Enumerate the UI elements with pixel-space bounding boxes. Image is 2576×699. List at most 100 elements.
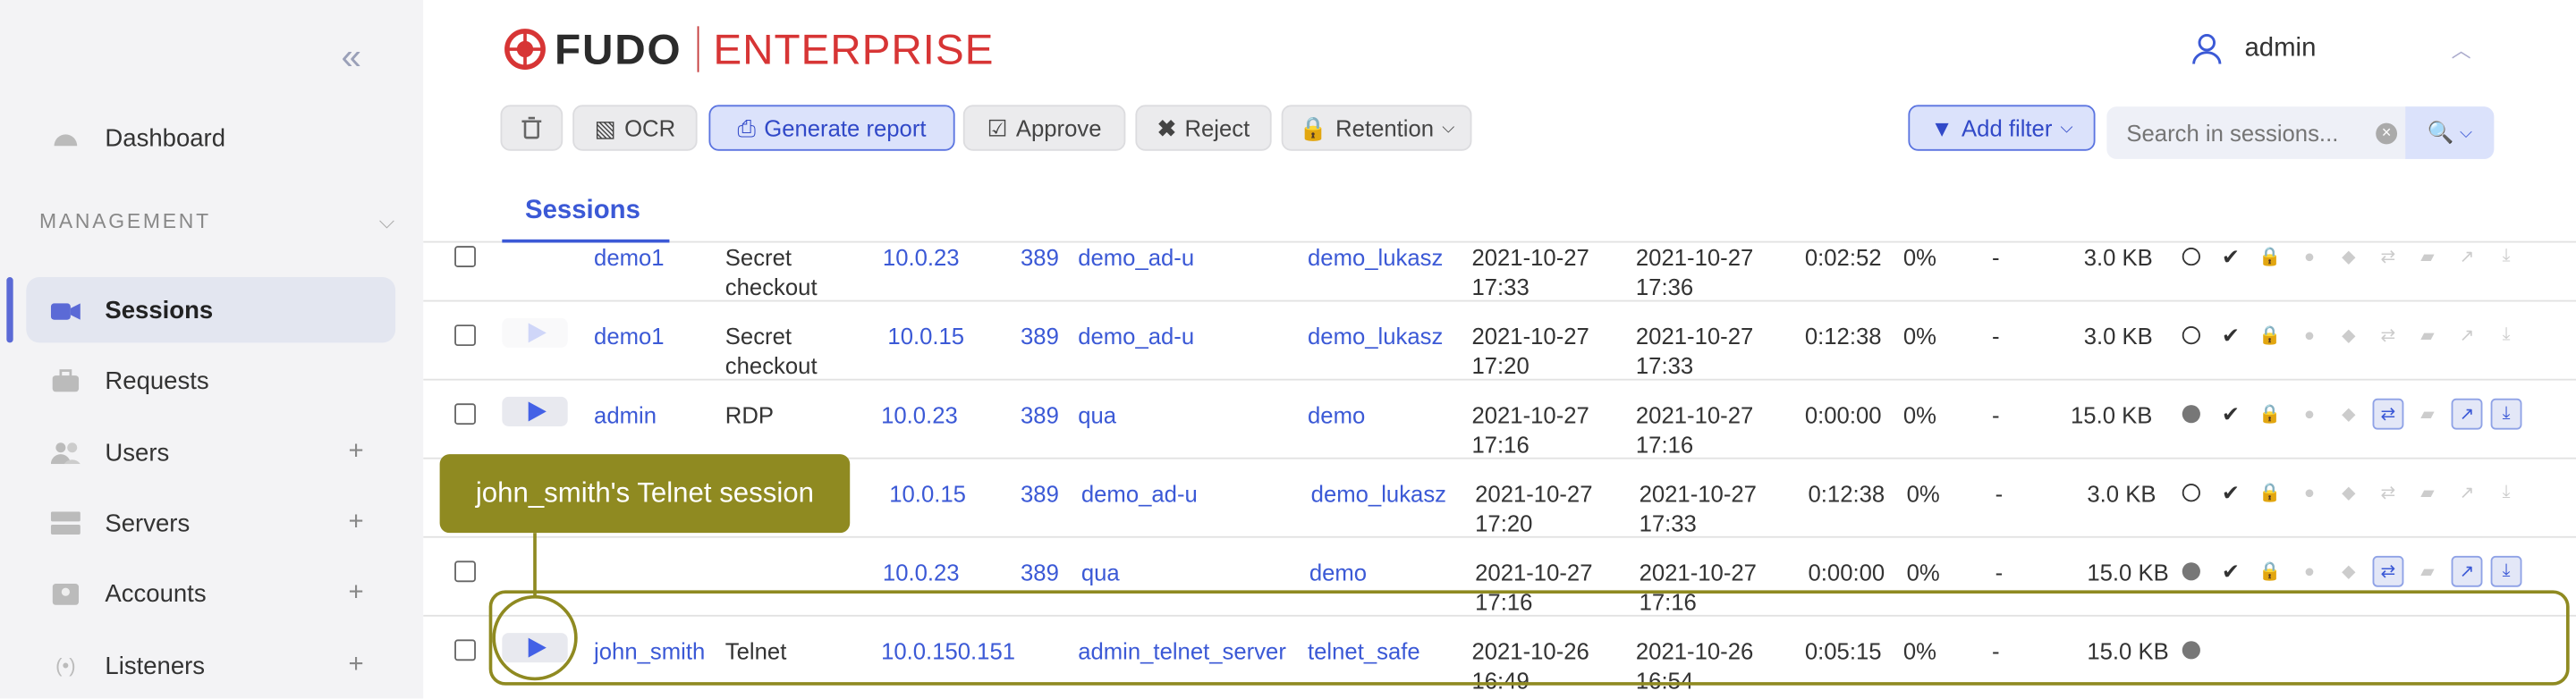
cell-server[interactable]: demo_ad-u — [1078, 242, 1194, 272]
row-actions: ✔ 🔒 ● ◆ ⇄ ▰ ↗ ⤓ — [2175, 555, 2522, 587]
lock-icon[interactable]: 🔒 — [2254, 241, 2285, 273]
sidebar-item-sessions[interactable]: Sessions — [6, 277, 396, 343]
cell-account[interactable]: demo_lukasz — [1308, 322, 1443, 351]
ocr-button[interactable]: ▧ OCR — [572, 105, 698, 151]
add-filter-button[interactable]: ▼ Add filter ⌵ — [1908, 105, 2096, 151]
share-icon[interactable]: ↗ — [2451, 398, 2483, 430]
download-icon[interactable]: ⤓ — [2490, 398, 2522, 430]
lock-icon[interactable]: 🔒 — [2254, 399, 2285, 430]
add-listener-button[interactable]: + — [340, 651, 373, 680]
row-checkbox[interactable] — [454, 324, 476, 347]
user-menu[interactable]: admin ︿ — [2192, 33, 2471, 66]
cell-server[interactable]: demo_ad-u — [1081, 479, 1198, 509]
row-checkbox[interactable] — [454, 403, 476, 425]
cell-server[interactable]: demo_ad-u — [1078, 322, 1194, 351]
folder-icon[interactable]: ▰ — [2412, 477, 2444, 509]
row-checkbox[interactable] — [454, 639, 476, 661]
share-icon[interactable]: ↗ — [2451, 555, 2483, 587]
swap-icon[interactable]: ⇄ — [2373, 477, 2404, 509]
cell-ip[interactable]: 10.0.15 — [887, 322, 964, 351]
lock-icon[interactable]: 🔒 — [2254, 477, 2285, 509]
download-icon[interactable]: ⤓ — [2491, 241, 2522, 273]
cell-port[interactable]: 389 — [1021, 558, 1059, 587]
search-input[interactable] — [2126, 119, 2373, 147]
reject-button[interactable]: ✖ Reject — [1135, 105, 1272, 151]
cell-port[interactable]: 389 — [1021, 322, 1059, 351]
section-management[interactable]: MANAGEMENT ⌵ — [39, 210, 401, 235]
cell-account[interactable]: demo_lukasz — [1311, 479, 1446, 509]
tag-icon[interactable]: ◆ — [2334, 399, 2365, 430]
cell-server[interactable]: qua — [1081, 558, 1120, 587]
swap-icon[interactable]: ⇄ — [2373, 241, 2404, 273]
cell-user[interactable]: demo1 — [594, 322, 665, 351]
download-icon[interactable]: ⤓ — [2490, 555, 2522, 587]
download-icon[interactable]: ⤓ — [2491, 320, 2522, 351]
delete-button[interactable] — [500, 105, 564, 151]
download-icon[interactable]: ⤓ — [2491, 477, 2522, 509]
collapse-sidebar-icon[interactable]: « — [342, 38, 377, 75]
sidebar-item-label: Requests — [105, 366, 209, 395]
generate-report-button[interactable]: ⎙ Generate report — [708, 105, 955, 151]
folder-icon[interactable]: ▰ — [2412, 556, 2444, 587]
folder-icon[interactable]: ▰ — [2412, 399, 2444, 430]
tag-icon[interactable]: ◆ — [2334, 320, 2365, 351]
cell-server[interactable]: qua — [1078, 400, 1116, 430]
comment-icon[interactable]: ● — [2293, 399, 2325, 430]
swap-icon[interactable]: ⇄ — [2373, 320, 2404, 351]
share-icon[interactable]: ↗ — [2452, 241, 2483, 273]
folder-icon[interactable]: ▰ — [2412, 241, 2444, 273]
table-row[interactable]: admin RDP 10.0.23 389 qua demo 2021-10-2… — [423, 381, 2576, 459]
share-icon[interactable]: ↗ — [2452, 320, 2483, 351]
comment-icon[interactable]: ● — [2293, 241, 2325, 273]
clear-search-icon[interactable]: × — [2376, 122, 2398, 144]
fudo-logo-icon — [504, 29, 546, 70]
cell-account[interactable]: demo — [1308, 400, 1365, 430]
status-icon — [2175, 556, 2207, 587]
swap-icon[interactable]: ⇄ — [2372, 555, 2404, 587]
play-button[interactable] — [502, 317, 568, 348]
approve-button[interactable]: ☑ Approve — [962, 105, 1126, 151]
swap-icon[interactable]: ⇄ — [2372, 398, 2404, 430]
cell-ip[interactable]: 10.0.23 — [881, 400, 958, 430]
cell-ip[interactable]: 10.0.23 — [883, 558, 960, 587]
tag-icon[interactable]: ◆ — [2334, 556, 2365, 587]
sidebar-item-servers[interactable]: Servers + — [26, 490, 395, 555]
tab-sessions[interactable]: Sessions — [525, 197, 640, 226]
cell-ip[interactable]: 10.0.15 — [889, 479, 966, 509]
folder-icon[interactable]: ▰ — [2412, 320, 2444, 351]
comment-icon[interactable]: ● — [2293, 477, 2325, 509]
cell-port[interactable]: 389 — [1021, 242, 1059, 272]
cell-port[interactable]: 389 — [1021, 479, 1059, 509]
comment-icon[interactable]: ● — [2293, 320, 2325, 351]
cell-ip[interactable]: 10.0.23 — [883, 242, 960, 272]
cell-account[interactable]: demo_lukasz — [1308, 242, 1443, 272]
comment-icon[interactable]: ● — [2293, 556, 2325, 587]
play-button[interactable] — [502, 396, 568, 426]
row-checkbox[interactable] — [454, 246, 476, 268]
add-server-button[interactable]: + — [340, 509, 373, 538]
chevron-up-icon[interactable]: ︿ — [2452, 36, 2471, 63]
lock-icon[interactable]: 🔒 — [2254, 556, 2285, 587]
sidebar-item-dashboard[interactable]: Dashboard — [26, 105, 395, 170]
lock-icon[interactable]: 🔒 — [2254, 320, 2285, 351]
cell-percent: 0% — [1906, 480, 1940, 507]
sidebar-item-accounts[interactable]: Accounts + — [26, 560, 395, 626]
row-checkbox[interactable] — [454, 560, 476, 583]
search-button[interactable]: 🔍 ⌵ — [2405, 106, 2495, 159]
cell-account[interactable]: demo — [1309, 558, 1367, 587]
sidebar-item-requests[interactable]: Requests — [26, 348, 395, 413]
add-user-button[interactable]: + — [340, 438, 373, 467]
cell-user[interactable]: demo1 — [594, 242, 665, 272]
tag-icon[interactable]: ◆ — [2334, 241, 2365, 273]
retention-dropdown[interactable]: 🔒 Retention ⌵ — [1281, 105, 1472, 151]
table-row[interactable]: demo1 Secret checkout 10.0.15 389 demo_ad… — [423, 302, 2576, 381]
tag-icon[interactable]: ◆ — [2334, 477, 2365, 509]
add-account-button[interactable]: + — [340, 579, 373, 609]
cell-port[interactable]: 389 — [1021, 400, 1059, 430]
sidebar-item-users[interactable]: Users + — [26, 420, 395, 485]
sidebar-item-listeners[interactable]: (•) Listeners + — [26, 633, 395, 698]
cell-user[interactable]: admin — [594, 400, 657, 430]
share-icon[interactable]: ↗ — [2452, 477, 2483, 509]
account-icon — [49, 580, 82, 606]
cell-end: 2021-10-27 17:16 — [1635, 401, 1754, 458]
